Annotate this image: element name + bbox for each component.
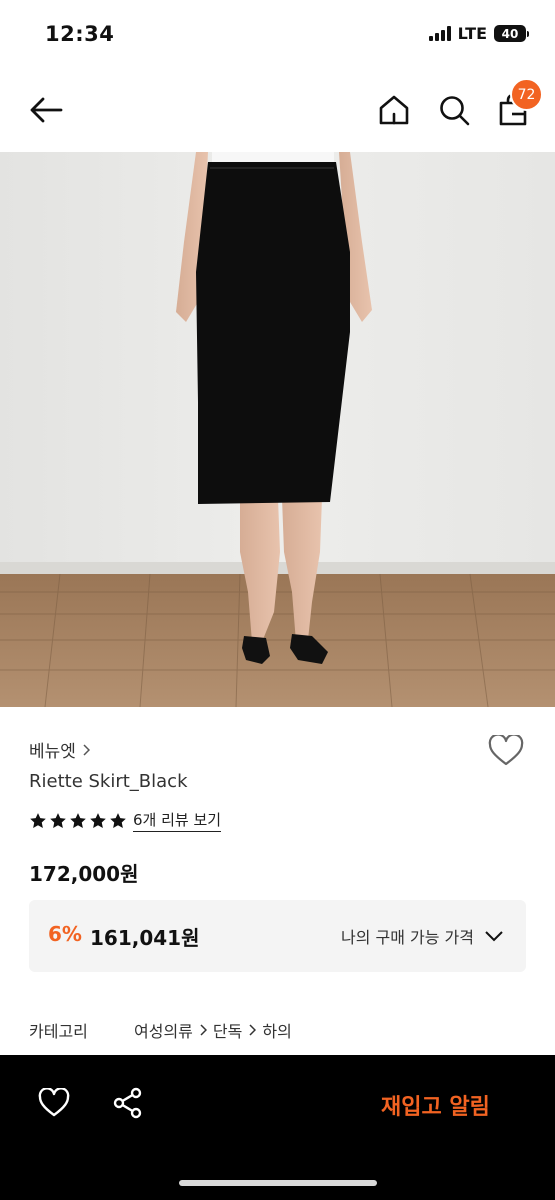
wishlist-button[interactable] [488,733,524,769]
search-button[interactable] [436,91,472,129]
product-image[interactable] [0,152,555,707]
category-row: 카테고리 여성의류 단독 하의 [29,1018,292,1042]
product-photo [0,152,555,707]
cart-count-badge: 72 [510,78,543,111]
star-icon [30,812,46,828]
category-item[interactable]: 단독 [213,1018,242,1042]
rating-row: 6개 리뷰 보기 [29,809,222,832]
category-label: 카테고리 [29,1022,88,1041]
star-rating [29,812,127,830]
product-name: Riette Skirt_Black [29,771,188,792]
heart-outline-icon [38,1087,70,1117]
chevron-right-icon [248,1024,257,1036]
home-icon [379,95,409,125]
restock-alert-button[interactable]: 재입고 알림 [381,1089,490,1121]
battery-icon: 40 [494,25,529,42]
home-indicator [179,1180,377,1186]
bottom-action-bar: 재입고 알림 [0,1055,555,1200]
my-price-toggle[interactable]: 나의 구매 가능 가격 [341,924,504,948]
category-breadcrumb: 여성의류 단독 하의 [134,1018,292,1042]
share-icon [113,1087,142,1119]
status-time: 12:34 [45,22,115,46]
my-price-label: 나의 구매 가능 가격 [340,928,474,947]
category-item[interactable]: 하의 [262,1018,291,1042]
status-bar: 12:34 LTE 40 [0,0,555,72]
heart-outline-icon [488,733,524,766]
discount-price-box: 6% 161,041원 나의 구매 가능 가격 [29,900,526,972]
chevron-right-icon [199,1024,207,1036]
bottom-wishlist-button[interactable] [38,1087,70,1118]
chevron-right-icon [83,743,90,756]
review-link[interactable]: 6개 리뷰 보기 [133,809,222,832]
star-icon [90,812,106,828]
discount-price: 161,041원 [90,926,200,950]
star-icon [70,812,86,828]
brand-link[interactable]: 베뉴엣 [29,737,90,762]
original-price: 172,000원 [29,862,139,886]
back-button[interactable] [26,92,66,128]
search-icon [440,96,470,126]
discount-percent: 6% [48,922,82,946]
chevron-down-icon [485,931,503,942]
network-label: LTE [457,24,487,43]
status-indicators: LTE 40 [428,24,529,43]
share-button[interactable] [112,1087,144,1119]
home-button[interactable] [376,91,412,129]
signal-icon [428,26,451,41]
star-icon [110,812,126,828]
battery-level: 40 [494,25,526,42]
brand-name: 베뉴엣 [29,742,76,762]
top-nav: 72 [0,72,555,152]
star-icon [50,812,66,828]
arrow-left-icon [30,97,63,123]
category-item[interactable]: 여성의류 [134,1018,193,1042]
